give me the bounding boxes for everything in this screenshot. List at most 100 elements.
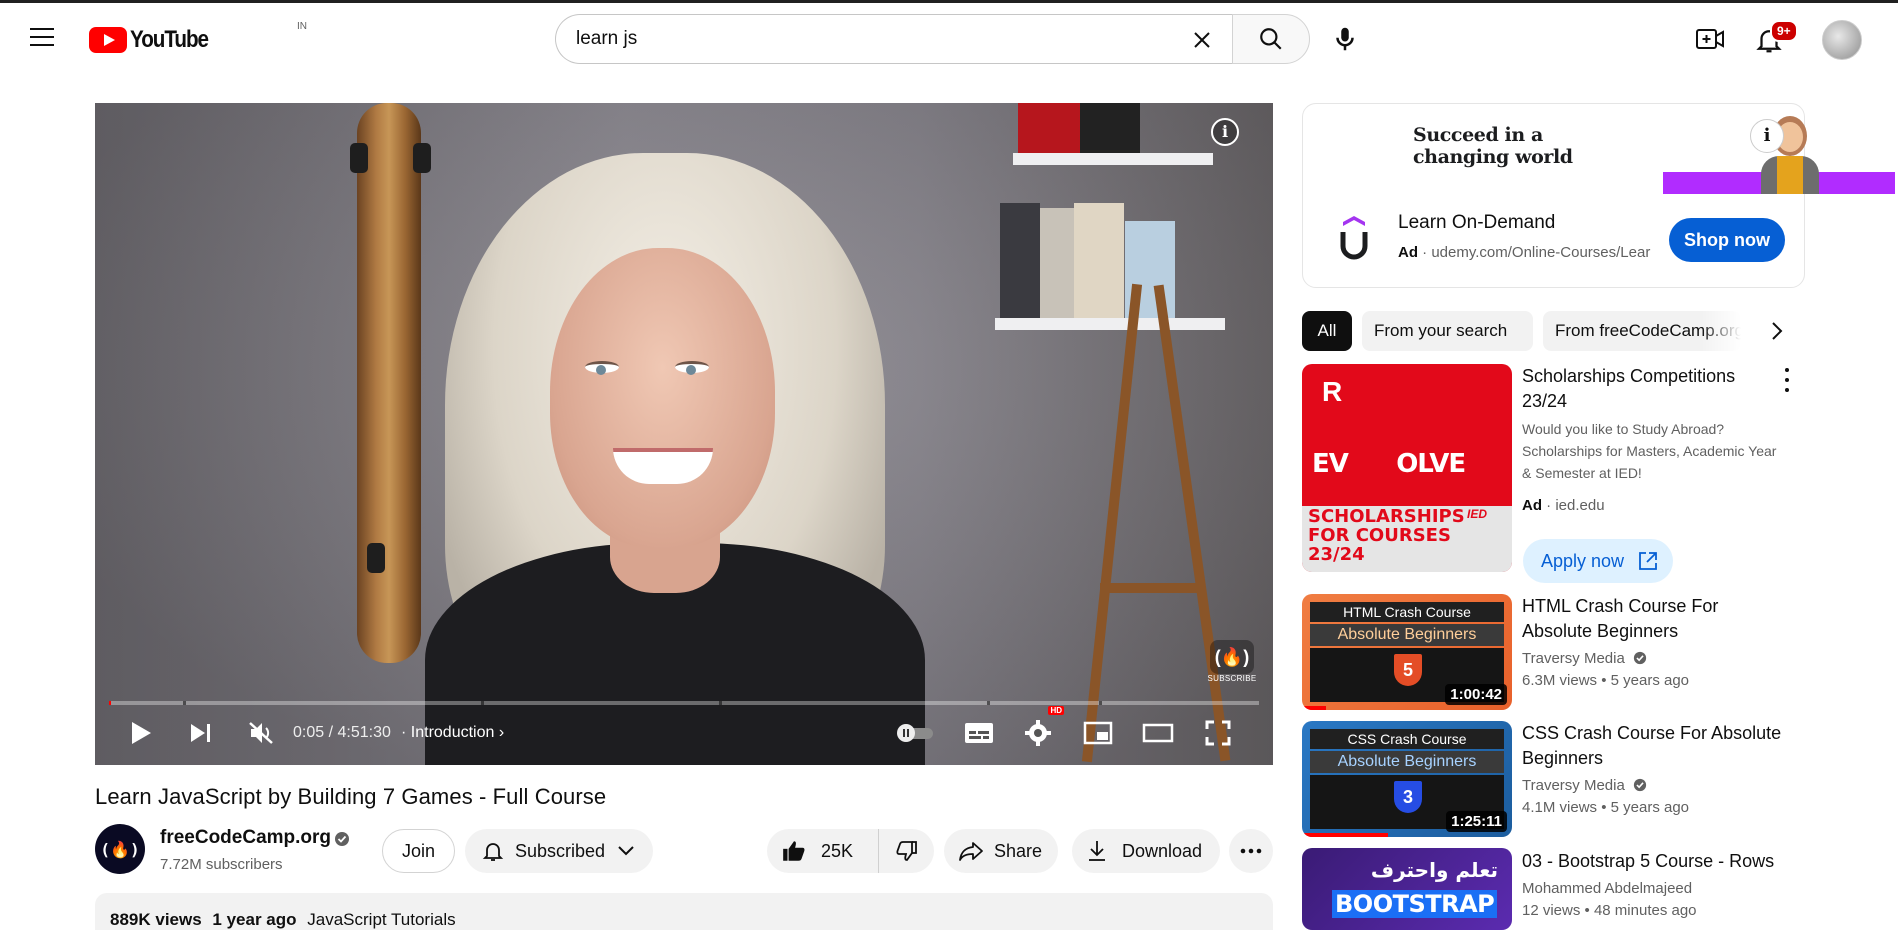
promo-domain: ied.edu xyxy=(1555,497,1605,514)
watch-progress xyxy=(1302,706,1326,710)
chapter-marker xyxy=(719,701,722,705)
related-video-channel[interactable]: Traversy Media xyxy=(1522,648,1647,670)
promo-title[interactable]: Scholarships Competitions 23/24 xyxy=(1522,364,1782,414)
video-frame-book xyxy=(1018,103,1080,153)
apply-now-label: Apply now xyxy=(1541,551,1625,571)
fullscreen-button[interactable] xyxy=(1200,713,1236,753)
thumb-bootstrap-text: BOOTSTRAP xyxy=(1332,890,1498,918)
upload-age: 48 minutes ago xyxy=(1593,902,1697,919)
bell-icon xyxy=(482,843,504,861)
theater-mode-icon xyxy=(1142,723,1174,743)
miniplayer-button[interactable] xyxy=(1080,713,1116,753)
like-button[interactable]: 25K xyxy=(767,829,879,873)
subscribed-label: Subscribed xyxy=(515,840,606,861)
channel-watermark[interactable]: (🔥) SUBSCRIBE xyxy=(1207,640,1257,690)
chapter-marker xyxy=(1099,701,1102,705)
related-video-channel[interactable]: Traversy Media xyxy=(1522,775,1647,797)
video-frame-person-face xyxy=(550,248,775,548)
ad-banner-line1: Succeed in a xyxy=(1413,124,1543,146)
promo-thumb-brand: IED xyxy=(1467,507,1488,521)
thumb-heading: CSS Crash Course xyxy=(1310,729,1504,749)
chapter-label: Introduction xyxy=(410,724,495,741)
promo-thumbnail[interactable]: R EV OLVE SCHOLARSHIPS FOR COURSES 23/24… xyxy=(1302,364,1512,572)
video-frame-book xyxy=(1000,203,1040,318)
progress-fill xyxy=(109,701,111,705)
download-button[interactable]: Download xyxy=(1072,829,1220,873)
ad-title[interactable]: Learn On-Demand xyxy=(1398,212,1555,234)
related-video-title[interactable]: CSS Crash Course For Absolute Beginners xyxy=(1522,721,1782,771)
subscriber-count: 7.72M subscribers xyxy=(160,856,283,873)
related-video-title[interactable]: HTML Crash Course For Absolute Beginners xyxy=(1522,594,1782,644)
video-frame-wheel xyxy=(367,543,385,573)
search-input[interactable] xyxy=(576,28,1156,50)
channel-name: Traversy Media xyxy=(1522,650,1625,667)
video-info-icon[interactable]: i xyxy=(1211,118,1239,146)
chip-all[interactable]: All xyxy=(1302,311,1352,351)
related-video-title[interactable]: 03 - Bootstrap 5 Course - Rows xyxy=(1522,849,1802,874)
menu-icon[interactable] xyxy=(30,28,54,46)
search-box[interactable] xyxy=(555,14,1232,64)
chapter-button[interactable]: · Introduction › xyxy=(401,713,504,753)
thumb-subheading: Absolute Beginners xyxy=(1310,751,1504,773)
promo-description: Would you like to Study Abroad? Scholars… xyxy=(1522,421,1777,481)
share-button[interactable]: Share xyxy=(944,829,1058,873)
account-avatar[interactable] xyxy=(1822,20,1862,60)
share-icon xyxy=(959,842,983,861)
next-button[interactable] xyxy=(183,713,219,753)
create-video-icon[interactable] xyxy=(1695,26,1725,52)
video-frame-wheel xyxy=(350,143,368,173)
more-vertical-icon[interactable] xyxy=(1783,368,1791,392)
related-video-thumbnail[interactable]: HTML Crash Course Absolute Beginners 5 1… xyxy=(1302,594,1512,710)
subtitles-icon xyxy=(965,723,993,743)
promo-ad-label: Ad xyxy=(1522,497,1542,514)
video-frame-easel xyxy=(1100,583,1200,593)
play-button[interactable] xyxy=(123,713,159,753)
ad-banner-text: Succeed in a changing world xyxy=(1413,124,1573,168)
chip-from-your-search[interactable]: From your search xyxy=(1362,311,1533,351)
clear-search-icon[interactable] xyxy=(1190,28,1214,52)
related-video-stats: 12 views • 48 minutes ago xyxy=(1522,902,1697,919)
search-button[interactable] xyxy=(1232,14,1310,64)
dislike-button[interactable] xyxy=(879,829,934,873)
theater-mode-button[interactable] xyxy=(1140,713,1176,753)
chevron-right-icon[interactable] xyxy=(1762,316,1792,346)
ad-card[interactable]: Succeed in a changing world i Learn On-D… xyxy=(1302,103,1895,288)
apply-now-button[interactable]: Apply now xyxy=(1523,539,1673,583)
channel-name[interactable]: freeCodeCamp.org xyxy=(160,827,331,849)
autoplay-toggle[interactable] xyxy=(895,713,937,753)
autoplay-toggle-icon xyxy=(897,724,933,742)
video-player[interactable]: i (🔥) SUBSCRIBE 0:05 / 4:51:30 · Introdu… xyxy=(95,103,1273,765)
view-count: 6.3M views xyxy=(1522,672,1598,689)
promo-meta: Ad · ied.edu xyxy=(1522,497,1605,514)
related-video-thumbnail[interactable]: CSS Crash Course Absolute Beginners 3 1:… xyxy=(1302,721,1512,837)
chip-from-channel[interactable]: From freeCodeCamp.org xyxy=(1543,311,1741,351)
video-frame-shelf xyxy=(1013,153,1213,165)
settings-gear-icon xyxy=(1025,720,1051,746)
masthead: YouTube IN 9+ xyxy=(0,3,1898,75)
view-count: 889K views xyxy=(110,910,202,929)
ad-subline: Ad · udemy.com/Online-Courses/Lear xyxy=(1398,244,1651,261)
related-video-channel[interactable]: Mohammed Abdelmajeed xyxy=(1522,878,1692,900)
youtube-play-icon xyxy=(89,27,127,53)
channel-avatar[interactable]: (🔥) xyxy=(95,824,145,874)
subtitles-button[interactable] xyxy=(961,713,997,753)
progress-bar[interactable] xyxy=(109,701,1259,705)
chapter-marker xyxy=(183,701,186,705)
playlist-tag[interactable]: JavaScript Tutorials xyxy=(307,910,455,929)
mute-button[interactable] xyxy=(243,713,279,753)
shop-now-button[interactable]: Shop now xyxy=(1669,218,1785,262)
join-button[interactable]: Join xyxy=(382,829,455,873)
search-bar xyxy=(555,14,1310,64)
microphone-icon[interactable] xyxy=(1330,24,1360,54)
watch-progress xyxy=(1302,833,1388,837)
settings-button[interactable]: HD xyxy=(1020,706,1064,753)
ad-url: udemy.com/Online-Courses/Lear xyxy=(1431,244,1651,261)
ad-info-icon[interactable]: i xyxy=(1750,119,1784,153)
video-frame-book xyxy=(1074,203,1124,318)
youtube-logo[interactable]: YouTube IN xyxy=(89,21,307,53)
subscribed-button[interactable]: Subscribed xyxy=(465,829,653,873)
related-video-stats: 4.1M views • 5 years ago xyxy=(1522,799,1690,816)
description-meta: 889K views 1 year ago JavaScript Tutoria… xyxy=(110,910,456,930)
related-video-thumbnail[interactable]: تعلم واحترف BOOTSTRAP xyxy=(1302,848,1512,930)
more-actions-button[interactable] xyxy=(1229,829,1273,873)
